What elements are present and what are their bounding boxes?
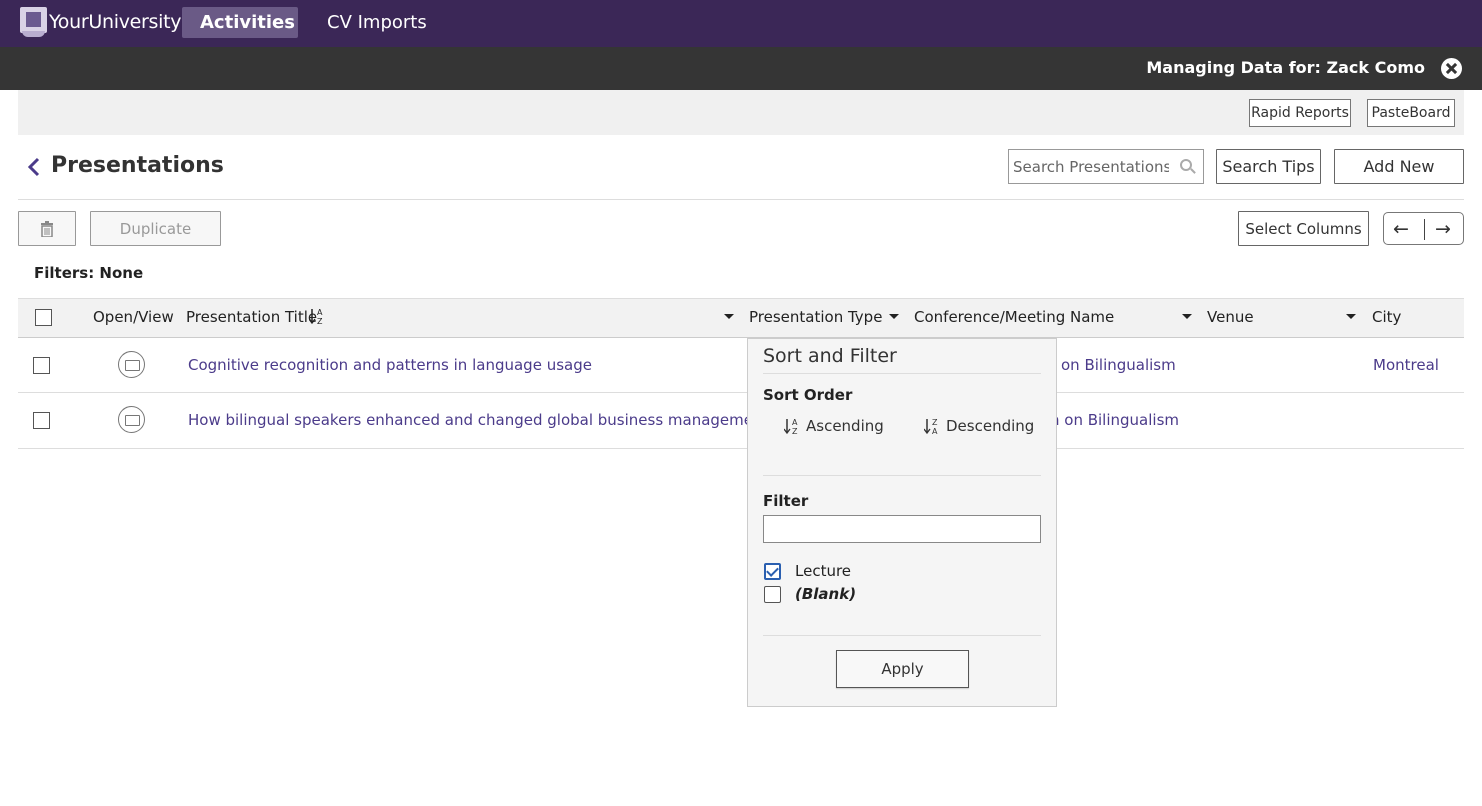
close-icon[interactable] bbox=[1441, 58, 1462, 79]
popup-title: Sort and Filter bbox=[763, 345, 897, 367]
sort-filter-popup: Sort and Filter Sort Order A Z Ascending… bbox=[747, 338, 1057, 707]
conference-dropdown-caret-icon[interactable] bbox=[1182, 314, 1192, 319]
column-conference-name[interactable]: Conference/Meeting Name bbox=[914, 308, 1114, 326]
nav-activities[interactable]: Activities bbox=[182, 7, 298, 38]
popup-divider bbox=[763, 373, 1041, 374]
descending-label: Descending bbox=[946, 417, 1035, 435]
row-divider bbox=[18, 392, 1464, 393]
column-venue[interactable]: Venue bbox=[1207, 308, 1254, 326]
popup-divider bbox=[763, 475, 1041, 476]
header-divider bbox=[18, 199, 1464, 200]
sort-descending-option[interactable]: Z A Descending bbox=[924, 417, 1034, 435]
blank-option-label: (Blank) bbox=[795, 585, 857, 603]
filters-label: Filters: None bbox=[34, 264, 144, 282]
prev-arrow-icon[interactable]: ← bbox=[1393, 220, 1409, 239]
column-open-view: Open/View bbox=[93, 308, 174, 326]
sort-ascending-icon[interactable]: A Z bbox=[309, 307, 325, 325]
conference-link[interactable]: n on Bilingualism bbox=[1050, 411, 1179, 429]
add-new-button[interactable]: Add New bbox=[1334, 149, 1464, 184]
select-all-checkbox[interactable] bbox=[35, 309, 52, 326]
venue-dropdown-caret-icon[interactable] bbox=[1346, 314, 1356, 319]
search-tips-button[interactable]: Search Tips bbox=[1216, 149, 1321, 184]
folder-icon[interactable] bbox=[118, 351, 145, 378]
pager: ← → bbox=[1383, 212, 1464, 245]
row-divider bbox=[18, 448, 1464, 449]
column-presentation-type[interactable]: Presentation Type bbox=[749, 308, 882, 326]
search-input[interactable] bbox=[1009, 150, 1169, 183]
presentation-title-link[interactable]: Cognitive recognition and patterns in la… bbox=[188, 356, 592, 374]
folder-icon[interactable] bbox=[118, 406, 145, 433]
utility-bar bbox=[18, 90, 1464, 135]
pasteboard-button[interactable]: PasteBoard bbox=[1367, 99, 1455, 127]
blank-checkbox[interactable] bbox=[764, 586, 781, 603]
duplicate-button[interactable]: Duplicate bbox=[90, 211, 221, 246]
next-arrow-icon[interactable]: → bbox=[1435, 220, 1451, 239]
svg-text:A: A bbox=[317, 308, 323, 317]
search-box bbox=[1008, 149, 1204, 184]
svg-text:A: A bbox=[932, 427, 938, 435]
svg-text:Z: Z bbox=[792, 427, 798, 435]
filter-label: Filter bbox=[763, 492, 809, 510]
column-presentation-title[interactable]: Presentation Title bbox=[186, 308, 317, 326]
university-logo[interactable]: YourUniversity bbox=[20, 7, 182, 37]
managing-data-label: Managing Data for: Zack Como bbox=[1146, 58, 1425, 77]
logo-text: YourUniversity bbox=[49, 11, 182, 33]
rapid-reports-button[interactable]: Rapid Reports bbox=[1249, 99, 1351, 127]
search-icon[interactable] bbox=[1180, 159, 1192, 171]
title-dropdown-caret-icon[interactable] bbox=[724, 314, 734, 319]
city-link[interactable]: Montreal bbox=[1373, 356, 1439, 374]
column-city[interactable]: City bbox=[1372, 308, 1401, 326]
sort-order-label: Sort Order bbox=[763, 386, 853, 404]
svg-text:A: A bbox=[792, 418, 798, 427]
row-checkbox[interactable] bbox=[33, 412, 50, 429]
filter-input[interactable] bbox=[763, 515, 1041, 543]
page-title: Presentations bbox=[51, 153, 224, 178]
popup-divider bbox=[763, 635, 1041, 636]
sort-ascending-icon: A Z bbox=[784, 418, 798, 435]
managing-data-bar: Managing Data for: Zack Como bbox=[0, 47, 1482, 90]
type-dropdown-caret-icon[interactable] bbox=[889, 314, 899, 319]
nav-cv-imports[interactable]: CV Imports bbox=[309, 7, 445, 38]
svg-text:Z: Z bbox=[317, 317, 323, 325]
lecture-checkbox[interactable] bbox=[764, 563, 781, 580]
apply-button[interactable]: Apply bbox=[836, 650, 969, 688]
back-chevron-icon[interactable] bbox=[27, 157, 41, 177]
row-checkbox[interactable] bbox=[33, 357, 50, 374]
sort-descending-icon: Z A bbox=[924, 418, 938, 435]
logo-icon bbox=[20, 7, 47, 37]
delete-button[interactable] bbox=[18, 211, 76, 246]
svg-text:Z: Z bbox=[932, 418, 938, 427]
sort-ascending-option[interactable]: A Z Ascending bbox=[784, 417, 884, 435]
conference-link[interactable]: on Bilingualism bbox=[1061, 356, 1176, 374]
ascending-label: Ascending bbox=[806, 417, 884, 435]
select-columns-button[interactable]: Select Columns bbox=[1238, 211, 1369, 246]
trash-icon bbox=[41, 220, 53, 237]
lecture-option-label: Lecture bbox=[795, 562, 852, 580]
presentation-title-link[interactable]: How bilingual speakers enhanced and chan… bbox=[188, 411, 768, 429]
